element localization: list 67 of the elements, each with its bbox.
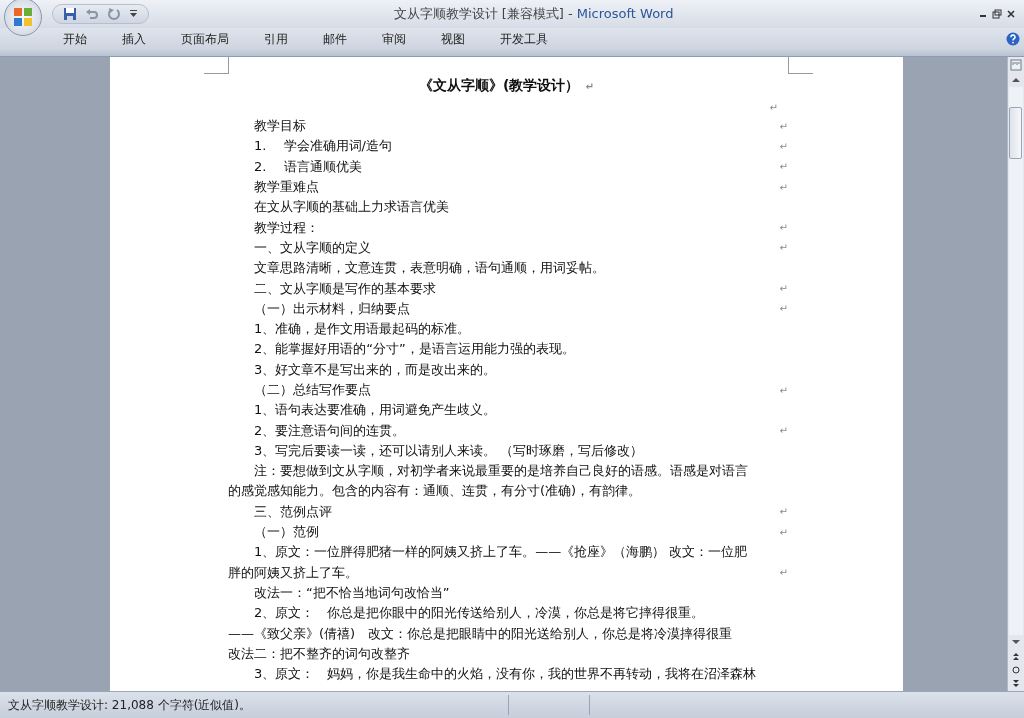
document-paragraph: 胖的阿姨又挤上了车。 <box>228 563 358 582</box>
document-paragraph: 1. 学会准确用词/造句 <box>254 137 392 156</box>
vertical-scrollbar[interactable] <box>1007 57 1024 691</box>
paragraph-mark: ↵ <box>779 120 788 132</box>
paragraph-mark: ↵ <box>779 181 788 193</box>
document-paragraph: 1、原文：一位胖得肥猪一样的阿姨又挤上了车。——《抢座》（海鹏） 改文：一位肥 <box>254 543 748 562</box>
help-icon[interactable] <box>1006 32 1020 46</box>
document-paragraph: 1、语句表达要准确，用词避免产生歧义。 <box>254 401 497 420</box>
document-paragraph: 在文从字顺的基础上力求语言优美 <box>254 198 449 217</box>
ribbon-tab[interactable]: 插入 <box>109 29 159 49</box>
ribbon-tab[interactable]: 引用 <box>251 29 301 49</box>
ruler-toggle-icon[interactable] <box>1009 58 1023 72</box>
document-paragraph: 3、写完后要读一读，还可以请别人来读。 （写时琢磨，写后修改） <box>254 441 644 460</box>
ribbon-tab[interactable]: 开发工具 <box>487 29 561 49</box>
scroll-thumb[interactable] <box>1009 107 1022 159</box>
document-paragraph: 1、准确，是作文用语最起码的标准。 <box>254 320 471 339</box>
document-paragraph: 教学过程： <box>254 218 319 237</box>
document-paragraph: 2. 语言通顺优美 <box>254 157 362 176</box>
document-paragraph: 三、范例点评 <box>254 502 332 521</box>
document-paragraph: 3、好文章不是写出来的，而是改出来的。 <box>254 360 497 379</box>
document-paragraph: （二）总结写作要点 <box>254 381 371 399</box>
document-paragraph: 注：要想做到文从字顺，对初学者来说最重要的是培养自己良好的语感。语感是对语言 <box>254 462 748 481</box>
office-button[interactable] <box>4 0 42 36</box>
document-paragraph: 2、原文： 你总是把你眼中的阳光传送给别人，冷漠，你总是将它摔得很重。 <box>254 604 705 623</box>
document-paragraph: ——《致父亲》(倩禧) 改文：你总是把眼睛中的阳光送给别人，你总是将冷漠摔得很重 <box>228 624 733 643</box>
office-logo-icon <box>11 5 35 29</box>
paragraph-mark: ↵ <box>779 283 788 294</box>
paragraph-mark: ↵ <box>769 101 778 113</box>
document-paragraph: 教学重难点 <box>254 178 319 197</box>
ribbon-tab[interactable]: 页面布局 <box>168 29 242 49</box>
document-paragraph: 《文从字顺》(教学设计） <box>419 77 580 95</box>
paragraph-mark: ↵ <box>779 161 788 173</box>
ribbon-tab[interactable]: 审阅 <box>369 29 419 49</box>
ribbon-tab[interactable]: 开始 <box>50 29 100 49</box>
paragraph-mark: ↵ <box>779 303 788 315</box>
paragraph-mark: ↵ <box>779 140 788 152</box>
paragraph-mark: ↵ <box>779 506 788 518</box>
paragraph-mark: ↵ <box>779 526 788 538</box>
paragraph-mark: ↵ <box>779 567 788 579</box>
document-paragraph: 一、文从字顺的定义 <box>254 238 371 257</box>
document-paragraph: 教学目标 <box>254 117 306 136</box>
restore-icon[interactable] <box>992 9 1002 19</box>
customize-caret-icon[interactable] <box>129 9 138 19</box>
document-paragraph: （一）出示材料，归纳要点 <box>254 299 410 318</box>
paragraph-mark: ↵ <box>779 384 788 396</box>
save-icon[interactable] <box>63 7 77 21</box>
window-title: 文从字顺教学设计 [兼容模式] - Microsoft Word <box>392 5 675 23</box>
document-paragraph: 2、能掌握好用语的“分寸”，是语言运用能力强的表现。 <box>254 340 575 359</box>
document-paragraph: 改法一：“把不恰当地词句改恰当” <box>254 583 450 602</box>
browse-object-icon[interactable] <box>1009 664 1023 676</box>
paragraph-mark: ↵ <box>779 222 788 234</box>
paragraph-mark: ↵ <box>779 425 788 437</box>
ribbon-tab[interactable]: 邮件 <box>310 29 360 49</box>
document-paragraph: （一）范例 <box>254 523 319 542</box>
document-paragraph: 改法二：把不整齐的词句改整齐 <box>228 644 410 663</box>
document-paragraph: 的感觉感知能力。包含的内容有：通顺、连贯，有分寸(准确)，有韵律。 <box>228 482 642 501</box>
crop-mark <box>788 57 813 74</box>
word-count: 文从字顺教学设计: 21,088 个字符(近似值)。 <box>7 696 253 714</box>
crop-mark <box>204 57 229 74</box>
ribbon-tab[interactable]: 视图 <box>428 29 478 49</box>
document-paragraph: 二、文从字顺是写作的基本要求 <box>254 279 436 298</box>
close-icon[interactable] <box>1006 9 1016 19</box>
document-paragraph: 2、要注意语句间的连贯。 <box>254 421 406 440</box>
paragraph-mark: ↵ <box>779 242 788 254</box>
paragraph-mark: ↵ <box>585 80 594 92</box>
document-paragraph: 文章思路清晰，文意连贯，表意明确，语句通顺，用词妥帖。 <box>254 259 605 278</box>
document-paragraph: 3、原文： 妈妈，你是我生命中的火焰，没有你，我的世界不再转动，我将在沼泽森林 <box>254 665 757 684</box>
